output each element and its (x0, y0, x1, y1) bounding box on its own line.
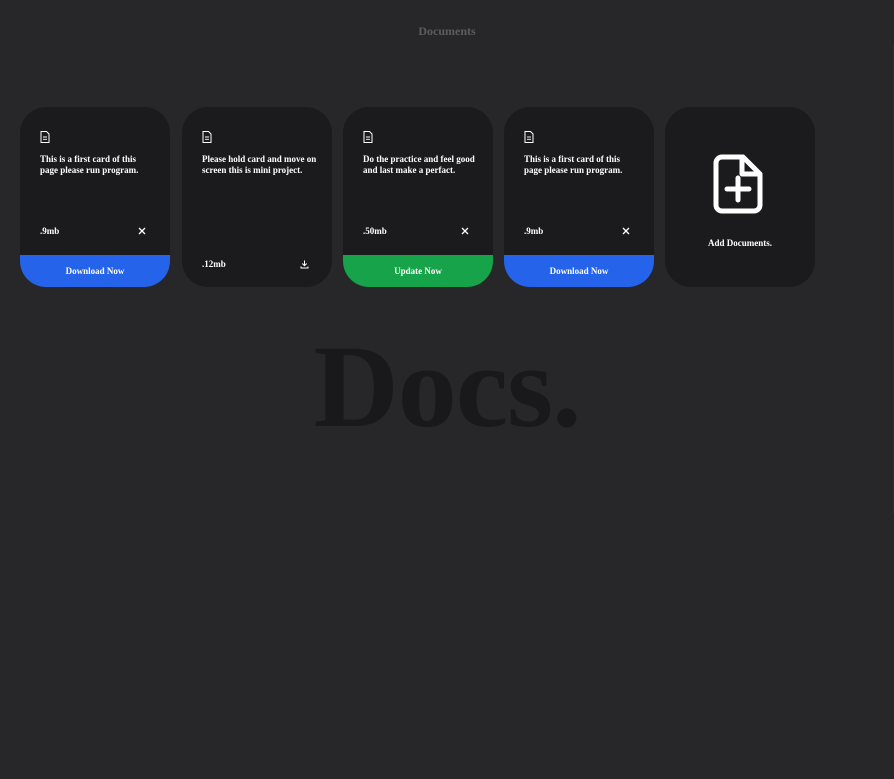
close-icon[interactable] (620, 225, 632, 237)
update-now-button[interactable]: Update Now (343, 255, 493, 287)
card-description: This is a first card of this page please… (524, 154, 623, 175)
document-icon (524, 131, 534, 143)
page-title: Documents (418, 24, 476, 38)
document-card[interactable]: This is a first card of this page please… (20, 107, 170, 287)
card-description: Do the practice and feel good and last m… (363, 154, 475, 175)
file-size: .9mb (40, 226, 60, 236)
close-icon[interactable] (459, 225, 471, 237)
download-now-button[interactable]: Download Now (20, 255, 170, 287)
add-documents-card[interactable]: Add Documents. (665, 107, 815, 287)
close-icon[interactable] (136, 225, 148, 237)
file-plus-icon (713, 154, 763, 214)
file-size: .9mb (524, 226, 544, 236)
file-size: .12mb (202, 259, 226, 269)
add-documents-label: Add Documents. (707, 238, 772, 248)
document-card[interactable]: Please hold card and move on screen this… (182, 107, 332, 287)
background-word: Docs. (313, 321, 581, 452)
document-card[interactable]: Do the practice and feel good and last m… (343, 107, 493, 287)
download-now-button[interactable]: Download Now (504, 255, 654, 287)
card-description: This is a first card of this page please… (40, 154, 139, 175)
document-icon (363, 131, 373, 143)
card-description: Please hold card and move on screen this… (202, 154, 317, 175)
file-size: .50mb (363, 226, 387, 236)
document-icon (40, 131, 50, 143)
document-card[interactable]: This is a first card of this page please… (504, 107, 654, 287)
download-icon[interactable] (298, 258, 310, 270)
document-icon (202, 131, 212, 143)
